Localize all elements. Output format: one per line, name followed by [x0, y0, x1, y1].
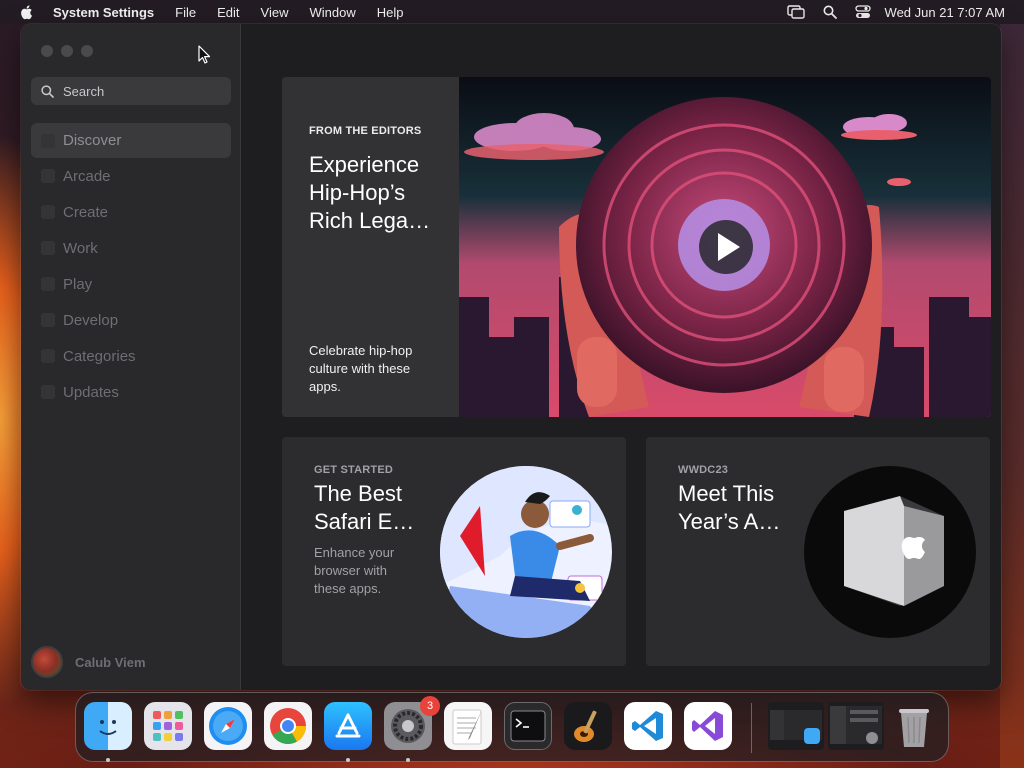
- menu-edit[interactable]: Edit: [217, 5, 239, 20]
- finder-running-dot: [106, 758, 110, 762]
- sidebar-item-discover[interactable]: Discover: [31, 123, 231, 158]
- trash-icon[interactable]: [890, 702, 938, 750]
- card-title: Meet This Year’s A…: [678, 481, 781, 534]
- sidebar-item-develop[interactable]: Develop: [31, 302, 231, 338]
- story-card-safari-extensions[interactable]: GET STARTED The Best Safari E… Enhance y…: [282, 437, 626, 666]
- rocket-icon: [41, 277, 55, 291]
- system-settings-icon[interactable]: 3: [384, 696, 440, 750]
- sidebar-item-arcade[interactable]: Arcade: [31, 158, 231, 194]
- control-center-icon[interactable]: [854, 5, 871, 19]
- dock-separator: [751, 703, 752, 753]
- grid-icon: [41, 349, 55, 363]
- hero-text-panel: FROM THE EDITORS Experience Hip-Hop’s Ri…: [282, 77, 459, 417]
- finder-icon[interactable]: [84, 702, 132, 750]
- sidebar-item-updates[interactable]: Updates: [31, 374, 231, 410]
- joystick-icon: [41, 169, 55, 183]
- minimized-window-preview[interactable]: [768, 702, 824, 750]
- menu-view[interactable]: View: [261, 5, 289, 20]
- search-placeholder: Search: [63, 83, 105, 99]
- sidebar-item-play[interactable]: Play: [31, 266, 231, 302]
- story-card-wwdc23[interactable]: WWDC23 Meet This Year’s A…: [646, 437, 990, 666]
- account-profile[interactable]: Calub Viem: [31, 646, 146, 678]
- paperplane-icon: [41, 241, 55, 255]
- menu-clock[interactable]: Wed Jun 21 7:07 AM: [885, 5, 1005, 20]
- hero-eyebrow: FROM THE EDITORS: [309, 125, 422, 137]
- window-controls: [41, 45, 93, 57]
- app-store-window: Search Discover Arcade Create Work Play: [21, 24, 1001, 690]
- app-store-running-dot: [346, 758, 350, 762]
- main-content: FROM THE EDITORS Experience Hip-Hop’s Ri…: [242, 24, 1001, 690]
- sidebar-item-label: Updates: [63, 383, 119, 401]
- menu-help[interactable]: Help: [377, 5, 404, 20]
- terminal-icon[interactable]: [504, 702, 552, 750]
- safari-icon[interactable]: [204, 702, 252, 750]
- sidebar-item-categories[interactable]: Categories: [31, 338, 231, 374]
- hero-title: Experience Hip-Hop’s Rich Lega…: [309, 152, 431, 233]
- hero-subtitle: Celebrate hip-hop culture with these app…: [309, 343, 413, 394]
- wallpaper-strip: [1000, 24, 1024, 768]
- card-subtitle: Enhance your browser with these apps.: [314, 545, 395, 596]
- app-store-icon[interactable]: [324, 702, 372, 750]
- spotlight-search-icon[interactable]: [823, 5, 837, 19]
- sidebar-item-label: Play: [63, 275, 93, 293]
- search-field[interactable]: Search: [31, 77, 231, 105]
- search-icon: [41, 84, 54, 98]
- apple-design-award-illustration: [804, 466, 976, 638]
- vscode-icon[interactable]: [624, 702, 672, 750]
- apple-menu-icon[interactable]: [18, 3, 36, 21]
- sidebar-item-label: Develop: [63, 311, 119, 329]
- star-icon: [41, 134, 55, 148]
- menu-file[interactable]: File: [175, 5, 196, 20]
- paintbrush-icon: [41, 205, 55, 219]
- settings-running-dot: [406, 758, 410, 762]
- launchpad-icon[interactable]: [144, 702, 192, 750]
- sidebar-item-work[interactable]: Work: [31, 230, 231, 266]
- hero-story-card[interactable]: FROM THE EDITORS Experience Hip-Hop’s Ri…: [282, 77, 991, 417]
- sidebar-item-label: Discover: [63, 132, 122, 149]
- sidebar-item-label: Arcade: [63, 167, 111, 185]
- garageband-icon[interactable]: [564, 702, 612, 750]
- card-title: The Best Safari E…: [314, 481, 415, 534]
- zoom-button[interactable]: [81, 45, 93, 57]
- sidebar-item-label: Work: [63, 239, 98, 257]
- menu-window[interactable]: Window: [309, 5, 355, 20]
- hammer-icon: [41, 313, 55, 327]
- sidebar-item-create[interactable]: Create: [31, 194, 231, 230]
- sidebar-item-label: Categories: [63, 347, 136, 365]
- card-eyebrow: GET STARTED: [314, 464, 393, 476]
- visual-studio-icon[interactable]: [684, 702, 732, 750]
- sidebar-item-label: Create: [63, 203, 109, 221]
- card-eyebrow: WWDC23: [678, 464, 729, 476]
- minimized-window-preview[interactable]: [828, 702, 884, 750]
- sidebar: Search Discover Arcade Create Work Play: [21, 24, 241, 690]
- close-button[interactable]: [41, 45, 53, 57]
- menu-bar: System Settings File Edit View Window He…: [0, 0, 1024, 24]
- notification-badge: 3: [420, 696, 440, 716]
- sidebar-nav: Discover Arcade Create Work Play Develop: [31, 123, 231, 410]
- download-icon: [41, 385, 55, 399]
- menu-app-name[interactable]: System Settings: [53, 5, 154, 20]
- chrome-icon[interactable]: [264, 702, 312, 750]
- hero-artwork: [459, 77, 991, 417]
- screen-mirroring-icon[interactable]: [786, 5, 805, 19]
- account-name: Calub Viem: [75, 654, 146, 670]
- minimize-button[interactable]: [61, 45, 73, 57]
- avatar: [31, 646, 63, 678]
- safari-extensions-illustration: [440, 466, 612, 638]
- dock: 3: [75, 692, 949, 762]
- mouse-cursor-icon: [198, 45, 211, 64]
- textedit-icon[interactable]: [444, 702, 492, 750]
